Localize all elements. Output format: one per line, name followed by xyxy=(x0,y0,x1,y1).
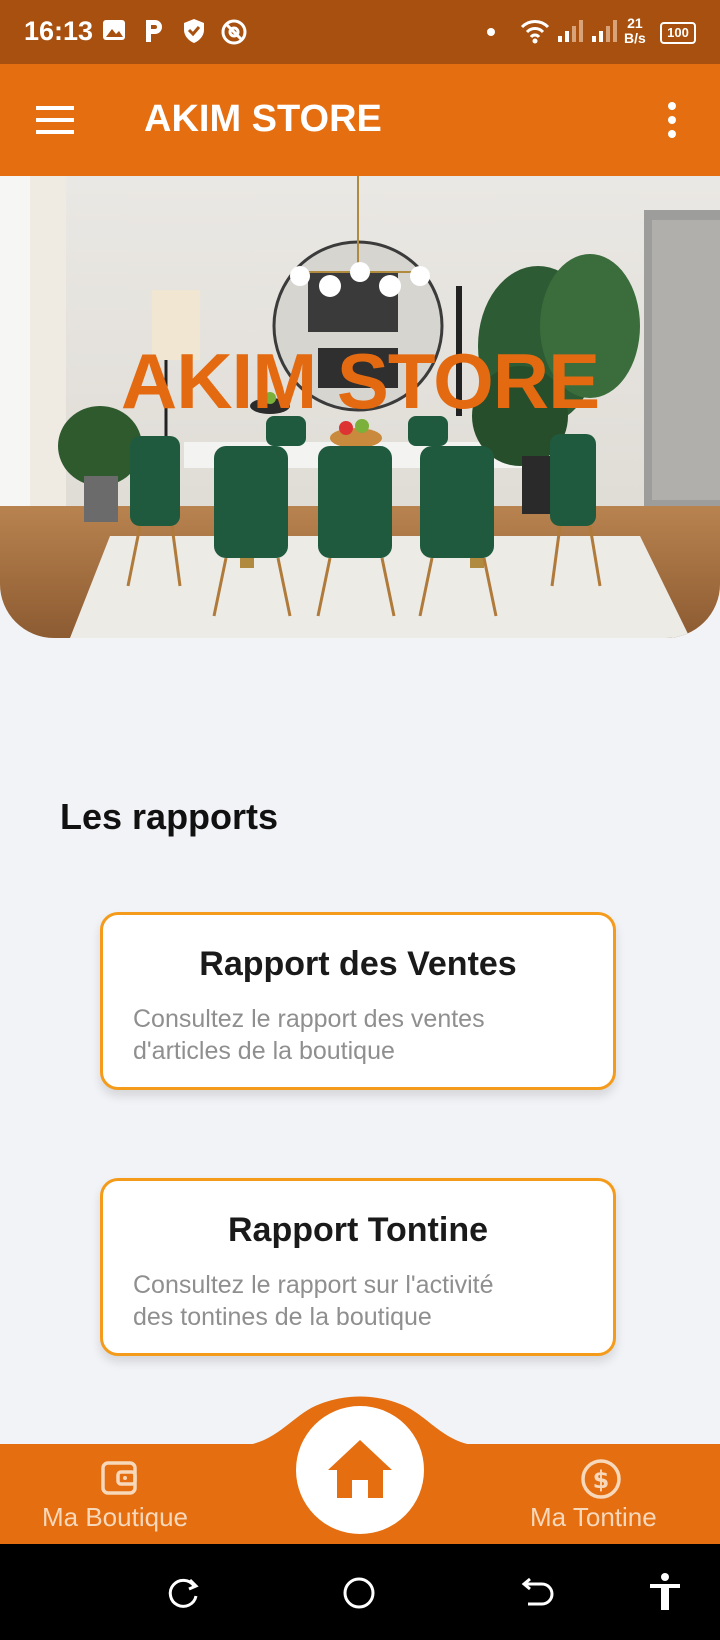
status-bar: 16:13 21 B/s 100 xyxy=(0,0,720,64)
image-icon xyxy=(103,20,125,40)
more-vertical-icon[interactable] xyxy=(664,100,680,140)
nav-item-ma-tontine[interactable]: $ Ma Tontine xyxy=(520,1444,700,1544)
home-system-icon[interactable] xyxy=(342,1576,376,1610)
battery-level: 100 xyxy=(667,25,689,40)
tontine-report-card[interactable]: Rapport Tontine Consultez le rapport sur… xyxy=(100,1178,616,1356)
app-title: AKIM STORE xyxy=(144,98,382,140)
card-title: Rapport des Ventes xyxy=(199,945,517,983)
card-description-line: des tontines de la boutique xyxy=(133,1303,432,1331)
card-description-line: d'articles de la boutique xyxy=(133,1037,395,1065)
home-icon xyxy=(328,1440,392,1498)
wallet-icon xyxy=(101,1461,137,1495)
accessibility-icon[interactable] xyxy=(648,1572,682,1612)
dollar-circle-icon: $ xyxy=(581,1459,621,1499)
system-navigation-bar xyxy=(0,1544,720,1640)
hamburger-menu-icon[interactable] xyxy=(36,104,76,136)
net-speed-value: 21 xyxy=(627,15,643,31)
card-description: Consultez le rapport sur l'activité des … xyxy=(133,1269,603,1333)
nav-item-ma-boutique[interactable]: Ma Boutique xyxy=(30,1444,210,1544)
card-description-line: Consultez le rapport sur l'activité xyxy=(133,1271,494,1299)
nav-label: Ma Boutique xyxy=(42,1502,188,1532)
card-description: Consultez le rapport des ventes d'articl… xyxy=(133,1003,603,1067)
card-description-line: Consultez le rapport des ventes xyxy=(133,1005,485,1033)
svg-text:$: $ xyxy=(593,1466,610,1494)
status-time: 16:13 xyxy=(24,16,94,46)
signal-icon xyxy=(592,20,617,42)
shield-icon xyxy=(184,19,204,43)
back-icon[interactable] xyxy=(520,1576,554,1610)
hero-title: AKIM STORE xyxy=(120,337,600,425)
nav-label: Ma Tontine xyxy=(530,1502,657,1532)
dot-icon xyxy=(487,28,495,36)
net-speed: 21 B/s xyxy=(624,16,646,46)
section-title: Les rapports xyxy=(60,796,279,837)
app-bar: AKIM STORE xyxy=(0,64,720,176)
hero-banner: AKIM STORE xyxy=(0,176,720,638)
home-button[interactable] xyxy=(296,1406,424,1534)
signal-icon xyxy=(558,20,583,42)
battery-icon: 100 xyxy=(660,22,696,44)
net-speed-unit: B/s xyxy=(624,30,646,46)
card-title: Rapport Tontine xyxy=(228,1211,488,1249)
at-icon xyxy=(221,19,247,45)
sales-report-card[interactable]: Rapport des Ventes Consultez le rapport … xyxy=(100,912,616,1090)
recent-apps-icon[interactable] xyxy=(166,1576,200,1610)
parking-icon xyxy=(146,20,162,42)
wifi-icon xyxy=(520,20,550,44)
